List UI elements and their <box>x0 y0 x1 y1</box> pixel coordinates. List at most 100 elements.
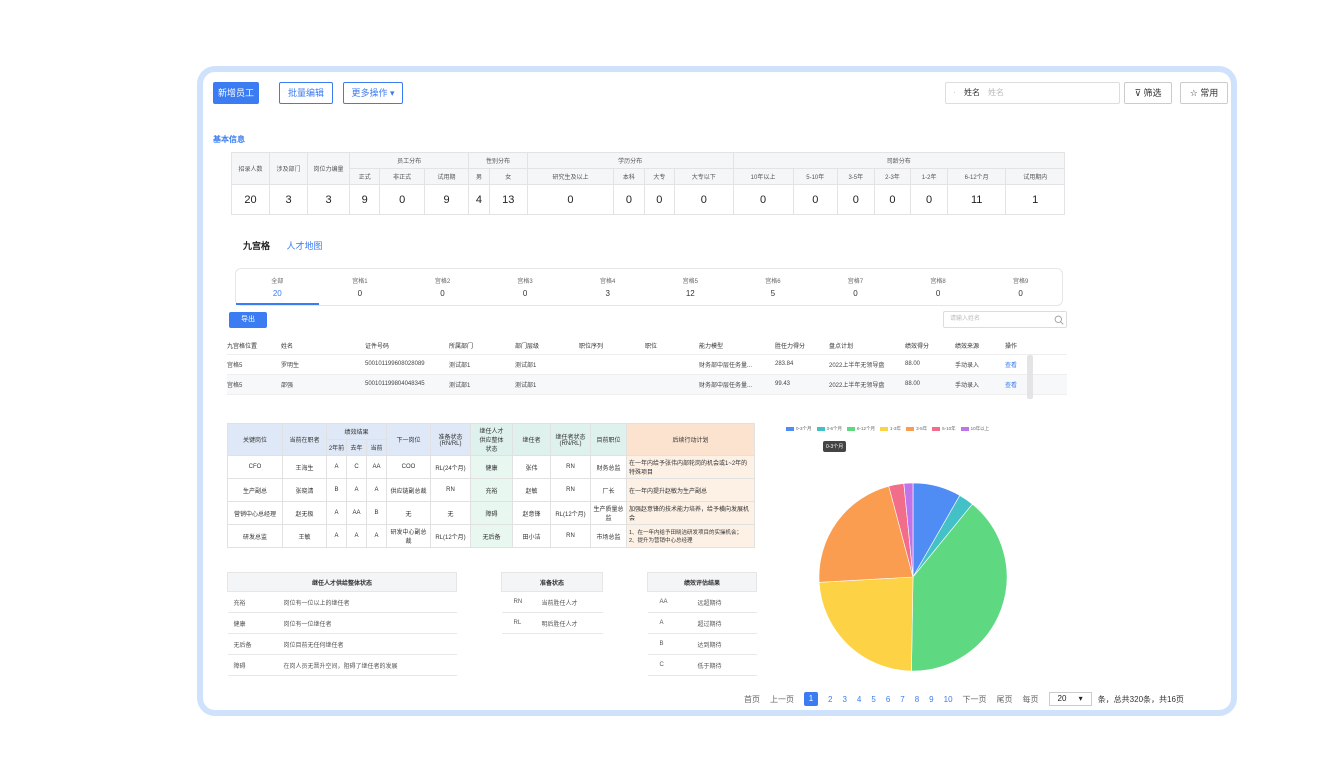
name-search-box[interactable]: · 姓名 姓名 <box>945 82 1120 104</box>
view-link[interactable]: 查看 <box>1005 383 1017 389</box>
filter-button[interactable]: ⊽ 筛选 <box>1124 82 1172 104</box>
cell: A <box>346 478 367 502</box>
grid-cell-3[interactable]: 宫格3 0 <box>484 269 567 305</box>
common-button[interactable]: ☆ 常用 <box>1180 82 1228 104</box>
page-size-select[interactable]: 20 ▾ <box>1048 692 1092 706</box>
list-search-input[interactable]: 请输入姓名 <box>943 311 1067 328</box>
add-employee-button[interactable]: 新增员工 <box>213 82 259 104</box>
cell: 充裕 <box>227 591 278 613</box>
page-link-current[interactable]: 1 <box>804 692 818 706</box>
col-header: 操作 <box>1005 338 1067 355</box>
stat-value: 0 <box>873 184 912 215</box>
legend-item[interactable]: 3-5年 <box>906 426 927 432</box>
page-link[interactable]: 8 <box>915 695 919 704</box>
pie-slice[interactable] <box>818 576 914 672</box>
prev-page-link[interactable]: 上一页 <box>770 694 794 705</box>
grid-cell-label: 宫格3 <box>517 279 533 285</box>
cell: 超过期待 <box>691 612 757 634</box>
search-field-select[interactable]: 姓名 <box>964 83 980 103</box>
page-link[interactable]: 4 <box>857 695 861 704</box>
cell: B <box>647 633 692 655</box>
legend-swatch <box>880 426 889 431</box>
legend-item[interactable]: 10年以上 <box>960 426 989 432</box>
grid-cell-7[interactable]: 宫格7 0 <box>814 269 897 305</box>
more-actions-label: 更多操作 <box>351 88 388 98</box>
more-actions-button[interactable]: 更多操作 ▾ <box>343 82 403 104</box>
legend-item[interactable]: 1-3年 <box>880 426 901 432</box>
batch-edit-button[interactable]: 批量编辑 <box>279 82 333 104</box>
table-scrollbar[interactable] <box>1027 355 1033 399</box>
grid-cell-count: 0 <box>853 289 858 298</box>
page-link[interactable]: 10 <box>944 695 953 704</box>
page-link[interactable]: 5 <box>871 695 875 704</box>
search-input[interactable]: 姓名 <box>988 83 1004 103</box>
table-cell <box>645 354 699 375</box>
list-search-placeholder: 请输入姓名 <box>950 316 981 322</box>
sub-header: 试用期 <box>423 168 470 185</box>
last-page-link[interactable]: 尾页 <box>997 694 1013 705</box>
legend-item[interactable]: 0-3个月 <box>786 426 812 432</box>
cell: 研发中心副总裁 <box>386 524 431 548</box>
basic-info-table: 招录人数 涉及部门 岗位力编量 员工分布 性别分布 学历分布 司龄分布 正式 非… <box>231 152 1065 215</box>
header-key-post: 关键岗位 <box>227 423 283 456</box>
sub-header: 大专 <box>643 168 676 185</box>
sub-header: 5-10年 <box>792 168 838 185</box>
page-link[interactable]: 6 <box>886 695 890 704</box>
sub-header: 女 <box>488 168 528 185</box>
first-page-link[interactable]: 首页 <box>744 694 760 705</box>
cell: 岗位目前无任何继任者 <box>277 633 457 655</box>
view-link[interactable]: 查看 <box>1005 363 1017 369</box>
grid-cell-2[interactable]: 宫格2 0 <box>401 269 484 305</box>
cell: 充裕 <box>470 478 513 502</box>
cell: CFO <box>227 455 283 479</box>
legend-label: 5-10年 <box>942 426 956 431</box>
table-cell: 283.84 <box>775 354 829 375</box>
export-button[interactable]: 导出 <box>229 312 267 328</box>
grid-cell-5[interactable]: 宫格5 12 <box>649 269 732 305</box>
ready-legend-title: 准备状态 <box>501 572 603 592</box>
stat-value: 3 <box>269 184 308 215</box>
legend-swatch <box>932 426 941 431</box>
cell: RN <box>550 524 591 548</box>
stat-value: 0 <box>836 184 875 215</box>
cell: 加强赵意锋的技术能力培养，给予横向发展机会 <box>626 501 755 525</box>
grid-cell-9[interactable]: 宫格9 0 <box>979 269 1062 305</box>
employee-list-table: 九宫格位置 姓名 证件号码 所属部门 部门层级 职位序列 职位 能力模型 胜任力… <box>227 338 1067 395</box>
next-page-link[interactable]: 下一页 <box>963 694 987 705</box>
legend-item[interactable]: 3-6个月 <box>816 426 842 432</box>
sub-header: 1-2年 <box>910 168 948 185</box>
legend-item[interactable]: 6-12个月 <box>847 426 875 432</box>
page-link[interactable]: 7 <box>900 695 904 704</box>
grid-cell-8[interactable]: 宫格8 0 <box>897 269 980 305</box>
table-row: 研发总监 王敏 A A A 研发中心副总裁 RL(12个月) 无后备 田小洁 R… <box>227 524 755 548</box>
grid-cell-1[interactable]: 宫格1 0 <box>319 269 402 305</box>
cell: 赵敏 <box>512 478 551 502</box>
cell: B <box>366 501 387 525</box>
header-ready: 准备状态 (RN/RL) <box>430 423 471 456</box>
page-link[interactable]: 3 <box>842 695 846 704</box>
grid-cell-label: 宫格2 <box>434 279 451 285</box>
cell: A <box>326 524 347 548</box>
grid-cell-6[interactable]: 宫格6 5 <box>732 269 815 305</box>
grid-cell-all[interactable]: 全部 20 <box>236 269 319 305</box>
sub-header: 2-3年 <box>873 168 912 185</box>
search-icon[interactable] <box>1054 315 1064 325</box>
stat-value: 0 <box>643 184 676 215</box>
cell: 在岗人员无晋升空间，阻碍了继任者的发展 <box>277 654 457 676</box>
header-dept: 涉及部门 <box>269 152 308 185</box>
legend-item[interactable]: 5-10年 <box>932 426 956 432</box>
page-link[interactable]: 2 <box>828 695 832 704</box>
grid-cell-label: 宫格8 <box>930 279 946 285</box>
tab-talent-map[interactable]: 人才地图 <box>287 239 323 256</box>
grid-cell-label: 宫格4 <box>600 279 616 285</box>
header-successor-ready: 继任者状态 (RN/RL) <box>550 423 591 456</box>
grid-cell-count: 0 <box>357 289 363 298</box>
tab-nine-grid[interactable]: 九宫格 <box>243 239 270 256</box>
stat-value: 4 <box>468 184 490 215</box>
sub-header: 正式 <box>348 168 381 185</box>
cell: 赵意锋 <box>512 501 551 525</box>
cell: 厂长 <box>590 478 627 502</box>
grid-cell-4[interactable]: 宫格4 3 <box>566 269 649 305</box>
cell: 岗位有一位继任者 <box>277 612 457 634</box>
page-link[interactable]: 9 <box>929 695 933 704</box>
